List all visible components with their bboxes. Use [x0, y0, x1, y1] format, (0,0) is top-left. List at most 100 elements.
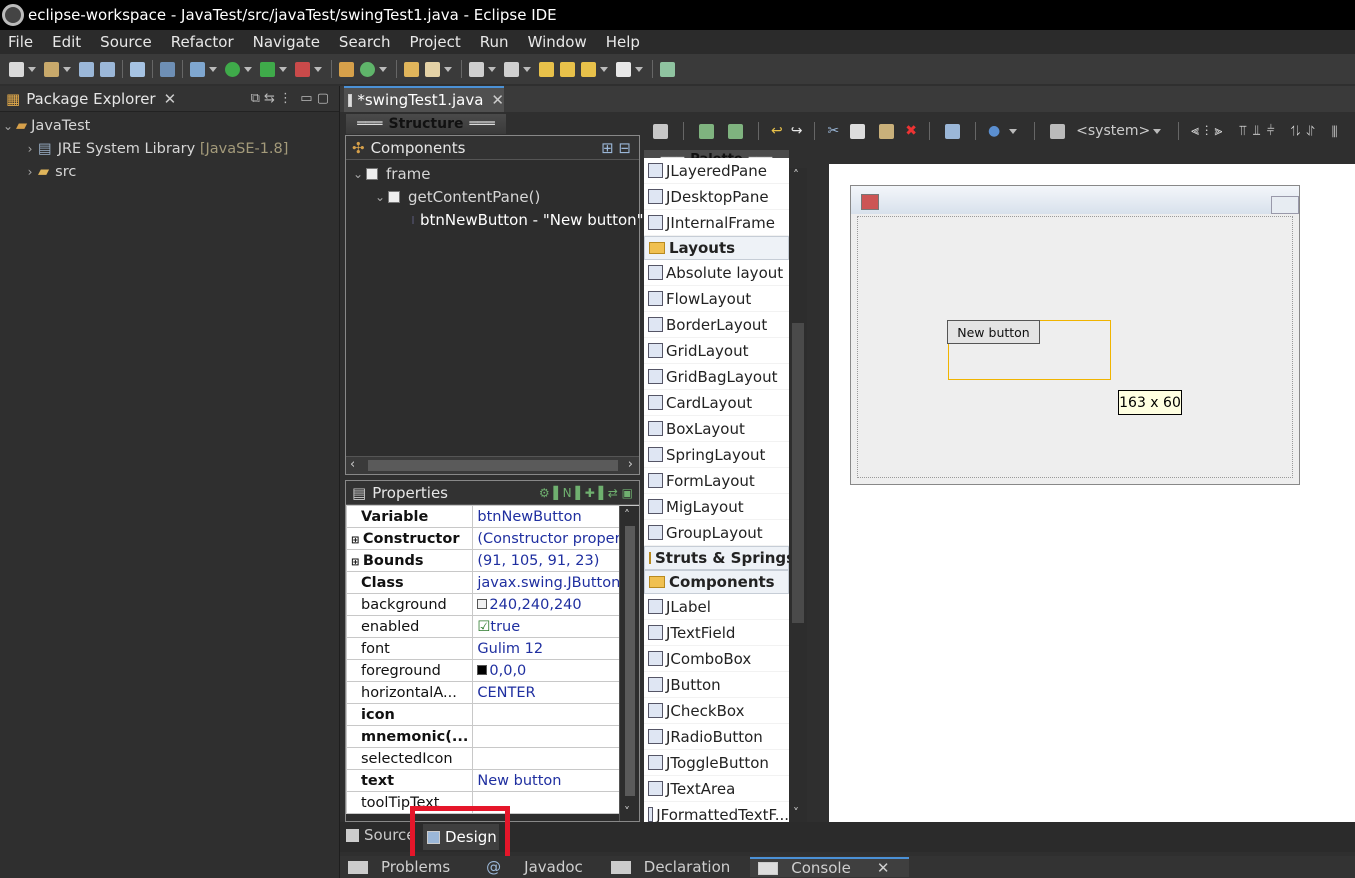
- palette-item[interactable]: Absolute layout: [644, 260, 789, 286]
- property-row[interactable]: font Gulim 12···: [346, 637, 639, 660]
- palette-category[interactable]: Components: [644, 570, 789, 594]
- property-row[interactable]: background 240,240,240···: [346, 593, 639, 616]
- delete-icon[interactable]: ✖: [905, 123, 917, 139]
- externalize-icon[interactable]: [944, 123, 960, 139]
- open-type-icon[interactable]: [404, 61, 419, 77]
- chevron-down-icon[interactable]: [63, 66, 71, 72]
- new-java-project-icon[interactable]: [339, 61, 354, 77]
- external-tools-icon[interactable]: [295, 61, 310, 77]
- test-gui-icon[interactable]: [653, 123, 668, 139]
- property-value[interactable]: Gulim 12···: [472, 637, 639, 660]
- palette-item[interactable]: JInternalFrame: [644, 210, 789, 236]
- expand-collapse-icons[interactable]: ⊞ ⊟: [601, 139, 631, 157]
- last-edit-icon[interactable]: [539, 61, 554, 77]
- chevron-down-icon[interactable]: ⌄: [0, 119, 16, 133]
- property-value[interactable]: javax.swing.JButton: [472, 571, 639, 594]
- chevron-right-icon[interactable]: ›: [22, 142, 38, 156]
- new-icon[interactable]: [9, 61, 24, 77]
- globe-icon[interactable]: ●: [988, 123, 1000, 139]
- palette-item[interactable]: BorderLayout: [644, 312, 789, 338]
- palette-category[interactable]: Layouts: [644, 236, 789, 260]
- chevron-down-icon[interactable]: [379, 66, 387, 72]
- palette-item[interactable]: JCheckBox: [644, 698, 789, 724]
- palette-category[interactable]: Struts & Springs: [644, 546, 789, 570]
- tree-item-contentpane[interactable]: ⌄ getContentPane(): [346, 185, 639, 208]
- tree-item-button[interactable]: btnNewButton - "New button": [346, 208, 644, 231]
- menu-navigate[interactable]: Navigate: [245, 33, 331, 51]
- chevron-down-icon[interactable]: [244, 66, 252, 72]
- undo-icon[interactable]: ↩: [771, 123, 783, 139]
- new-button-preview[interactable]: New button: [947, 320, 1040, 344]
- palette-item[interactable]: JLabel: [644, 594, 789, 620]
- property-row[interactable]: mnemonic(...: [346, 725, 639, 748]
- property-row[interactable]: ⊞ Constructor (Constructor properti...: [346, 527, 639, 550]
- menu-help[interactable]: Help: [598, 33, 651, 51]
- property-value[interactable]: CENTER: [472, 681, 639, 704]
- palette-item[interactable]: FlowLayout: [644, 286, 789, 312]
- menu-run[interactable]: Run: [472, 33, 520, 51]
- minimize-icon[interactable]: [1271, 196, 1299, 214]
- palette-item[interactable]: JButton: [644, 672, 789, 698]
- paste-icon[interactable]: [879, 123, 895, 139]
- palette-item[interactable]: JRadioButton: [644, 724, 789, 750]
- menu-project[interactable]: Project: [401, 33, 471, 51]
- open-perspective-icon[interactable]: [660, 61, 675, 77]
- chevron-down-icon[interactable]: [279, 66, 287, 72]
- chevron-down-icon[interactable]: [444, 66, 452, 72]
- chevron-down-icon[interactable]: [523, 66, 531, 72]
- property-value[interactable]: ···: [472, 703, 639, 726]
- palette-scrollbar[interactable]: ˄ ˅: [789, 168, 807, 822]
- alignment-icons[interactable]: ⫷⫶⫸ ⫪⫫⫩ ⥮⥯ ⦀: [1191, 123, 1343, 139]
- editor-tab[interactable]: *swingTest1.java ✕: [344, 86, 504, 112]
- palette-item[interactable]: BoxLayout: [644, 416, 789, 442]
- palette-item[interactable]: MigLayout: [644, 494, 789, 520]
- property-value[interactable]: btnNewButton: [472, 505, 639, 528]
- menu-file[interactable]: File: [0, 33, 44, 51]
- next-annotation-icon[interactable]: [504, 61, 519, 77]
- palette-item[interactable]: JLayeredPane: [644, 158, 789, 184]
- palette-item[interactable]: FormLayout: [644, 468, 789, 494]
- property-row[interactable]: selectedIcon ···: [346, 747, 639, 770]
- tab-problems[interactable]: Problems: [340, 858, 470, 876]
- close-icon[interactable]: ✕: [869, 859, 900, 877]
- annotation-icon[interactable]: [469, 61, 484, 77]
- chevron-down-icon[interactable]: ⌄: [350, 167, 366, 181]
- chevron-down-icon[interactable]: [209, 66, 217, 72]
- save-all-icon[interactable]: [100, 61, 115, 77]
- checkbox[interactable]: ☑: [477, 619, 490, 635]
- property-value[interactable]: (Constructor properti...: [472, 527, 639, 550]
- chevron-down-icon[interactable]: ⌄: [372, 190, 388, 204]
- property-row[interactable]: foreground 0,0,0···: [346, 659, 639, 682]
- palette-item[interactable]: JComboBox: [644, 646, 789, 672]
- tab-declaration[interactable]: Declaration: [603, 858, 750, 876]
- palette-item[interactable]: JDesktopPane: [644, 184, 789, 210]
- view-menu-icons[interactable]: ⧉ ⇆ ⋮ ▭ ▢: [251, 91, 329, 106]
- copy-icon[interactable]: [850, 123, 866, 139]
- tab-console[interactable]: Console ✕: [750, 857, 910, 877]
- search-icon[interactable]: [425, 61, 440, 77]
- close-icon[interactable]: ✕: [491, 91, 504, 109]
- property-row[interactable]: Class javax.swing.JButton: [346, 571, 639, 594]
- console-icon[interactable]: [130, 61, 145, 77]
- new-class-icon[interactable]: [360, 61, 375, 77]
- menu-source[interactable]: Source: [92, 33, 163, 51]
- save-icon[interactable]: [79, 61, 94, 77]
- menu-edit[interactable]: Edit: [44, 33, 92, 51]
- run-icon[interactable]: [225, 61, 240, 77]
- close-icon[interactable]: ✕: [164, 90, 177, 108]
- tree-item-project[interactable]: ⌄ ▰ JavaTest: [0, 114, 339, 137]
- property-row[interactable]: text New button···: [346, 769, 639, 792]
- palette-item[interactable]: SpringLayout: [644, 442, 789, 468]
- chevron-down-icon[interactable]: [1009, 128, 1018, 134]
- tree-item-src[interactable]: › ▰ src: [0, 160, 339, 183]
- property-value[interactable]: ···: [472, 747, 639, 770]
- structure-header[interactable]: ═══ Structure ═══: [346, 114, 506, 134]
- chevron-down-icon[interactable]: [488, 66, 496, 72]
- tree-item-frame[interactable]: ⌄ frame: [346, 162, 639, 185]
- property-value[interactable]: 0,0,0···: [472, 659, 639, 682]
- package-explorer-title[interactable]: Package Explorer: [26, 90, 155, 108]
- property-value[interactable]: (91, 105, 91, 23): [472, 549, 639, 572]
- palette-item[interactable]: GridBagLayout: [644, 364, 789, 390]
- menu-window[interactable]: Window: [520, 33, 598, 51]
- horizontal-scrollbar[interactable]: ‹ ›: [346, 456, 639, 474]
